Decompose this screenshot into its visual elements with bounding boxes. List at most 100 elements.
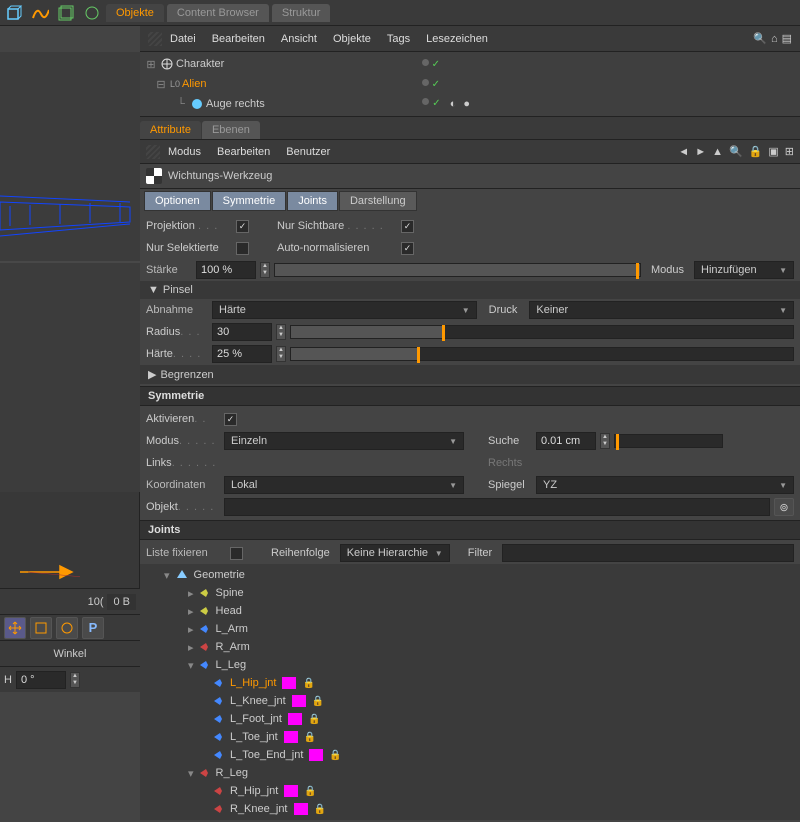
color-swatch[interactable] — [309, 749, 323, 761]
haerte-slider[interactable] — [290, 347, 794, 361]
hierarchy-item-auge[interactable]: └ Auge rechts ✓◐● — [140, 94, 800, 114]
h-spinner[interactable]: ▲▼ — [70, 672, 80, 688]
new-icon[interactable]: ▣ — [768, 145, 778, 158]
color-swatch[interactable] — [284, 785, 298, 797]
modus-dropdown[interactable]: Hinzufügen▼ — [694, 261, 794, 279]
tab-darstellung[interactable]: Darstellung — [339, 191, 417, 211]
menu-ansicht[interactable]: Ansicht — [273, 30, 325, 48]
tab-symmetrie[interactable]: Symmetrie — [212, 191, 287, 211]
menu-benutzer[interactable]: Benutzer — [278, 143, 338, 161]
lock-icon[interactable]: 🔒 — [302, 678, 314, 689]
listefixieren-checkbox[interactable] — [230, 547, 243, 560]
filter-input[interactable] — [502, 544, 794, 562]
nursichtbare-checkbox[interactable]: ✓ — [401, 220, 414, 233]
move-icon[interactable] — [4, 617, 26, 639]
search-icon[interactable]: 🔍 — [729, 145, 743, 158]
lock-icon[interactable]: 🔒 — [304, 732, 316, 743]
menu-modus[interactable]: Modus — [160, 143, 209, 161]
joint-item[interactable]: L_Toe_End_jnt🔒 — [140, 746, 800, 764]
menu-objekte[interactable]: Objekte — [325, 30, 379, 48]
suche-slider[interactable] — [614, 434, 723, 448]
joint-item[interactable]: L_Foot_jnt🔒 — [140, 710, 800, 728]
menu-lesezeichen[interactable]: Lesezeichen — [418, 30, 496, 48]
menu-bearbeiten[interactable]: Bearbeiten — [209, 143, 278, 161]
rotate-icon[interactable] — [56, 617, 78, 639]
objekt-input[interactable] — [224, 498, 770, 516]
hierarchy-item-alien[interactable]: ⊟L0 Alien ✓ — [140, 74, 800, 94]
menu-tags[interactable]: Tags — [379, 30, 418, 48]
cube-icon[interactable] — [2, 2, 26, 24]
suche-spinner[interactable]: ▲▼ — [600, 433, 610, 449]
home-icon[interactable]: ⌂ — [771, 33, 778, 45]
viewport-3d[interactable] — [0, 52, 140, 492]
sym-modus-dropdown[interactable]: Einzeln▼ — [224, 432, 464, 450]
maximize-icon[interactable]: ⊞ — [785, 145, 794, 158]
nav-back-icon[interactable]: ◄ — [678, 146, 689, 158]
projektion-checkbox[interactable]: ✓ — [236, 220, 249, 233]
haerte-input[interactable] — [212, 345, 272, 363]
nav-fwd-icon[interactable]: ► — [695, 146, 706, 158]
lock-icon[interactable]: 🔒 — [312, 696, 324, 707]
aktivieren-checkbox[interactable]: ✓ — [224, 413, 237, 426]
tag-icon[interactable]: ◐ — [450, 98, 457, 110]
suche-input[interactable] — [536, 432, 596, 450]
haerte-spinner[interactable]: ▲▼ — [276, 346, 286, 362]
nav-up-icon[interactable]: ▲ — [712, 146, 723, 158]
tag-icon-2[interactable]: ● — [463, 98, 470, 110]
menu-bearbeiten[interactable]: Bearbeiten — [204, 30, 273, 48]
begrenzen-header[interactable]: ▶Begrenzen — [140, 365, 800, 384]
color-swatch[interactable] — [294, 803, 308, 815]
tab-ebenen[interactable]: Ebenen — [202, 121, 260, 139]
joint-item[interactable]: R_Knee_jnt🔒 — [140, 800, 800, 818]
joint-item[interactable]: ▾Geometrie — [140, 566, 800, 584]
color-swatch[interactable] — [292, 695, 306, 707]
staerke-input[interactable] — [196, 261, 256, 279]
tab-joints[interactable]: Joints — [287, 191, 338, 211]
tab-objekte[interactable]: Objekte — [106, 4, 164, 22]
joint-item[interactable]: ▸Head — [140, 602, 800, 620]
staerke-spinner[interactable]: ▲▼ — [260, 262, 270, 278]
joint-item[interactable]: L_Toe_jnt🔒 — [140, 728, 800, 746]
radius-spinner[interactable]: ▲▼ — [276, 324, 286, 340]
menu-datei[interactable]: Datei — [162, 30, 204, 48]
radius-input[interactable] — [212, 323, 272, 341]
spiegel-dropdown[interactable]: YZ▼ — [536, 476, 794, 494]
grip-icon[interactable] — [146, 145, 160, 159]
grip-icon[interactable] — [148, 32, 162, 46]
lock-icon[interactable]: 🔒 — [304, 786, 316, 797]
tab-struktur[interactable]: Struktur — [272, 4, 331, 22]
objekt-picker-icon[interactable]: ⊚ — [774, 498, 794, 516]
radius-slider[interactable] — [290, 325, 794, 339]
joint-item[interactable]: ▸L_Arm — [140, 620, 800, 638]
joint-item[interactable]: L_Hip_jnt🔒 — [140, 674, 800, 692]
tab-optionen[interactable]: Optionen — [144, 191, 211, 211]
color-swatch[interactable] — [282, 677, 296, 689]
tab-attribute[interactable]: Attribute — [140, 121, 201, 139]
joint-item[interactable]: R_Hip_jnt🔒 — [140, 782, 800, 800]
h-input[interactable] — [16, 671, 66, 689]
lock-icon[interactable]: 🔒 — [308, 714, 320, 725]
nurbs-icon[interactable] — [54, 2, 78, 24]
lock-icon[interactable]: 🔒 — [749, 145, 763, 158]
nurselektierte-checkbox[interactable] — [236, 242, 249, 255]
joint-item[interactable]: ▸R_Arm — [140, 638, 800, 656]
lock-icon[interactable]: 🔒 — [314, 804, 326, 815]
search-icon[interactable]: 🔍 — [753, 32, 767, 45]
joint-item[interactable]: ▾R_Leg — [140, 764, 800, 782]
hierarchy-item-charakter[interactable]: ⊞ Charakter ✓ — [140, 54, 800, 74]
lock-icon[interactable]: 🔒 — [329, 750, 341, 761]
abnahme-dropdown[interactable]: Härte▼ — [212, 301, 477, 319]
reihenfolge-dropdown[interactable]: Keine Hierarchie▼ — [340, 544, 450, 562]
autonorm-checkbox[interactable]: ✓ — [401, 242, 414, 255]
generator-icon[interactable] — [80, 2, 104, 24]
spline-icon[interactable] — [28, 2, 52, 24]
tab-content-browser[interactable]: Content Browser — [167, 4, 269, 22]
druck-dropdown[interactable]: Keiner▼ — [529, 301, 794, 319]
color-swatch[interactable] — [288, 713, 302, 725]
p-button[interactable]: P — [82, 617, 104, 639]
koordinaten-dropdown[interactable]: Lokal▼ — [224, 476, 464, 494]
panel-menu-icon[interactable]: ▤ — [782, 32, 792, 45]
staerke-slider[interactable] — [274, 263, 641, 277]
joint-item[interactable]: ▸Spine — [140, 584, 800, 602]
pinsel-header[interactable]: ▼Pinsel — [140, 281, 800, 299]
